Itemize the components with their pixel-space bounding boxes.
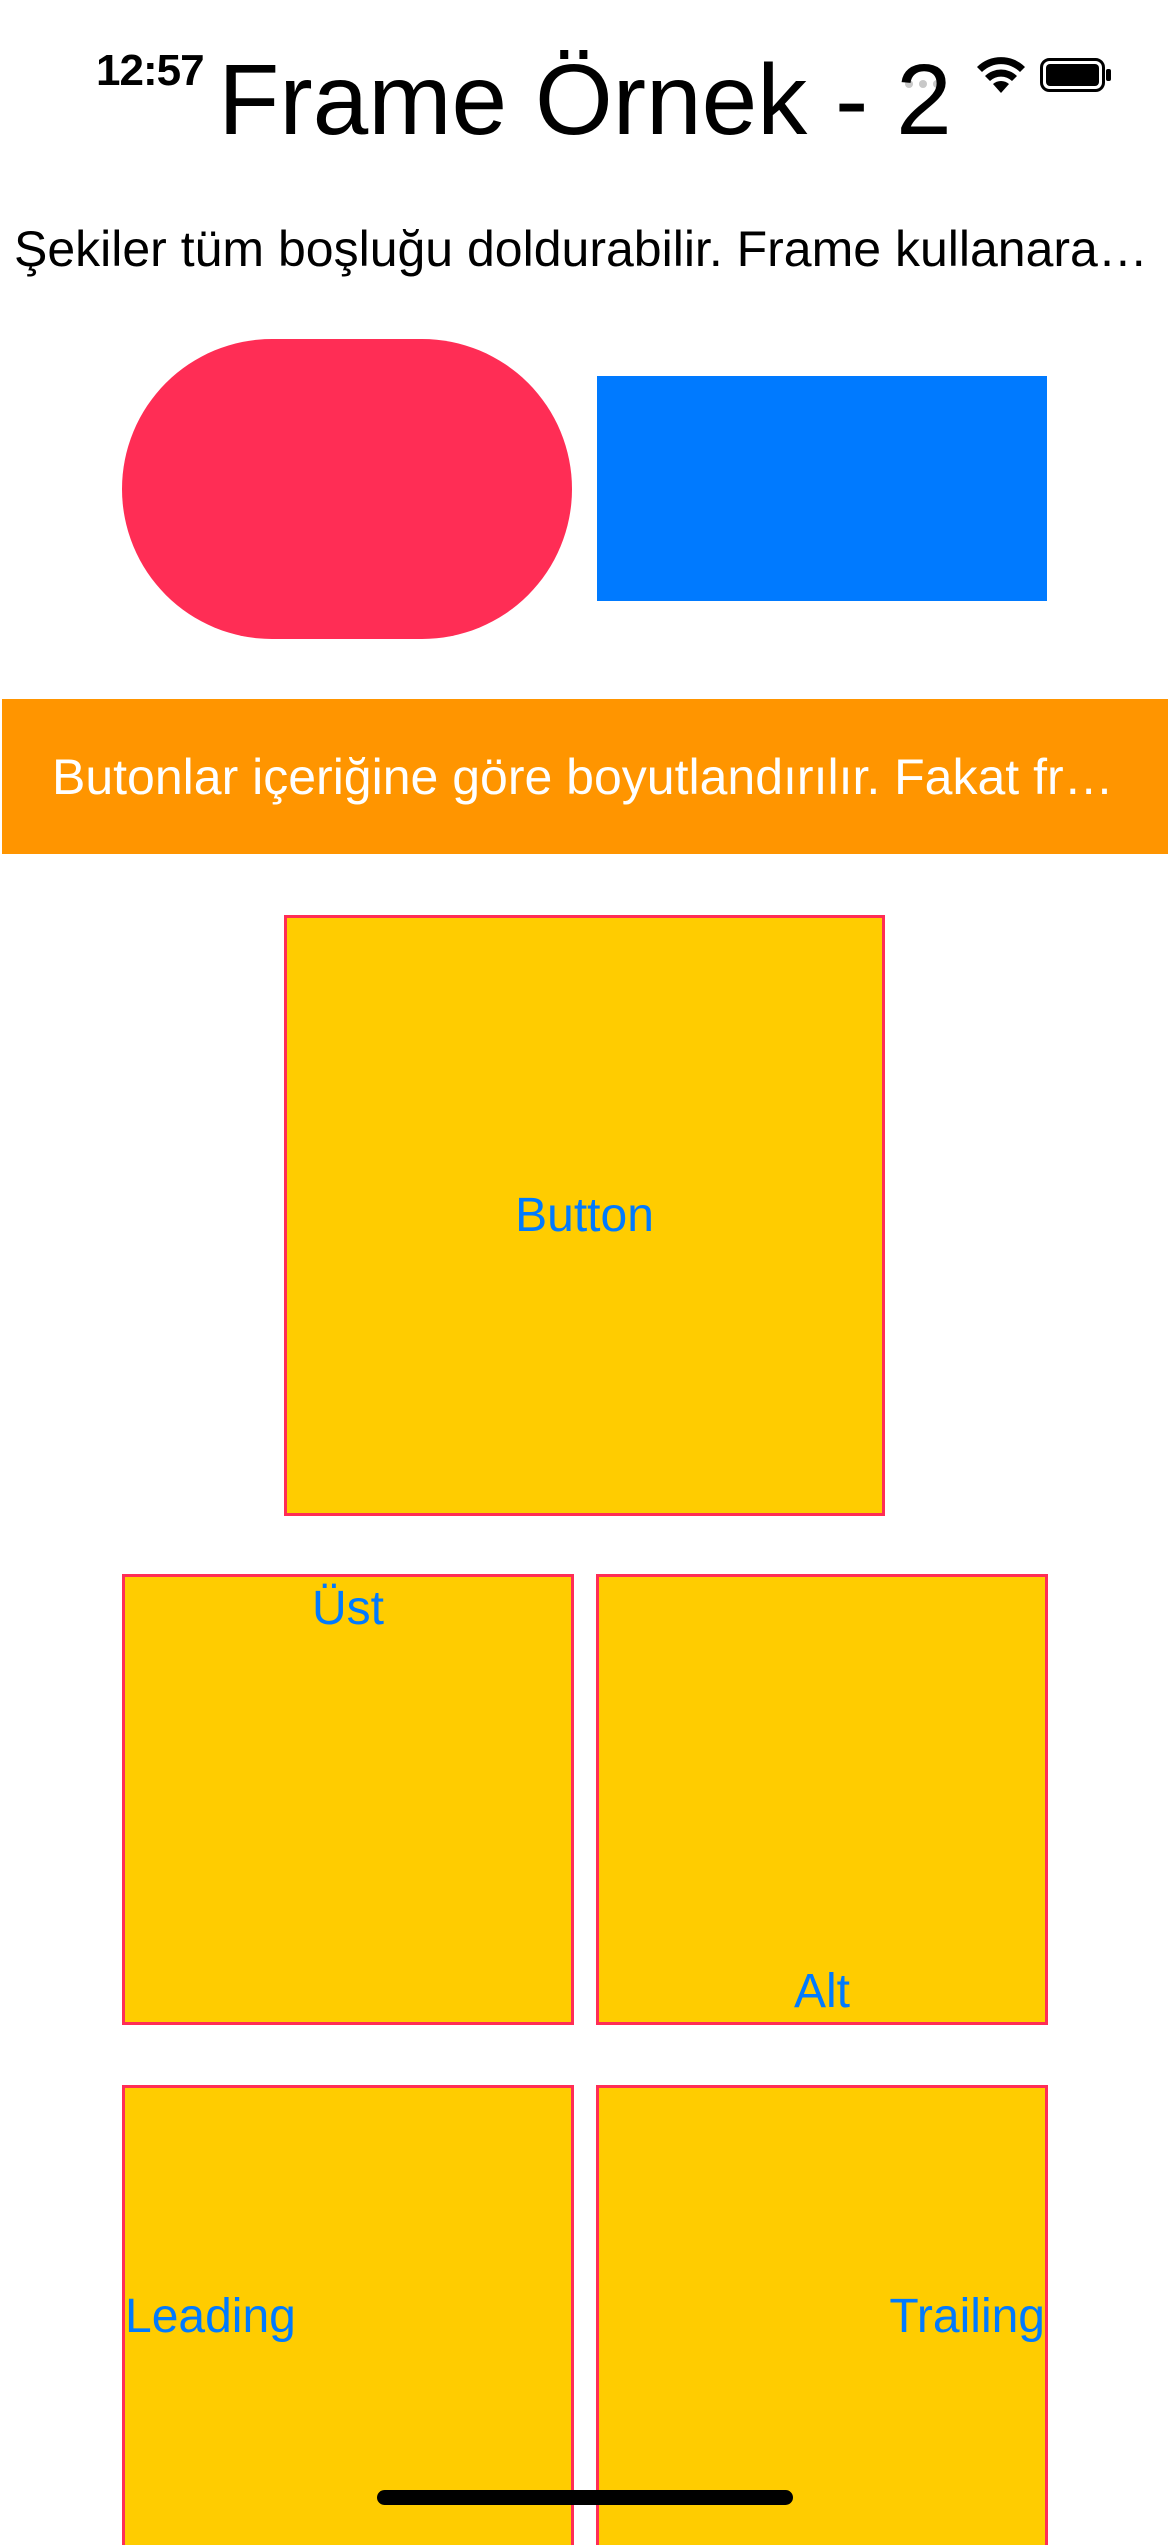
- bottom-aligned-button-label: Alt: [793, 1965, 850, 2018]
- bottom-aligned-button[interactable]: Alt: [596, 1574, 1048, 2025]
- leading-aligned-button-label: Leading: [125, 2289, 296, 2343]
- top-aligned-button-label: Üst: [312, 1582, 384, 1635]
- center-button-label: Button: [515, 1188, 654, 1242]
- rectangle-shape: [597, 376, 1047, 601]
- shapes-description: Şekiler tüm boşluğu doldurabilir. Frame …: [14, 221, 1164, 277]
- battery-icon: [1040, 58, 1111, 92]
- wide-frame-button[interactable]: Butonlar içeriğine göre boyutlandırılır.…: [2, 699, 1168, 854]
- wifi-icon: [977, 57, 1025, 93]
- leading-aligned-button[interactable]: Leading: [122, 2085, 574, 2545]
- more-dots-icon: [905, 80, 941, 88]
- trailing-aligned-button[interactable]: Trailing: [596, 2085, 1048, 2545]
- status-bar-time: 12:57: [96, 46, 205, 95]
- center-button[interactable]: Button: [284, 915, 885, 1516]
- trailing-aligned-button-label: Trailing: [889, 2289, 1045, 2343]
- home-indicator[interactable]: [377, 2490, 793, 2505]
- capsule-shape: [122, 339, 572, 639]
- wide-frame-button-label: Butonlar içeriğine göre boyutlandırılır.…: [52, 748, 1118, 805]
- top-aligned-button[interactable]: Üst: [122, 1574, 574, 2025]
